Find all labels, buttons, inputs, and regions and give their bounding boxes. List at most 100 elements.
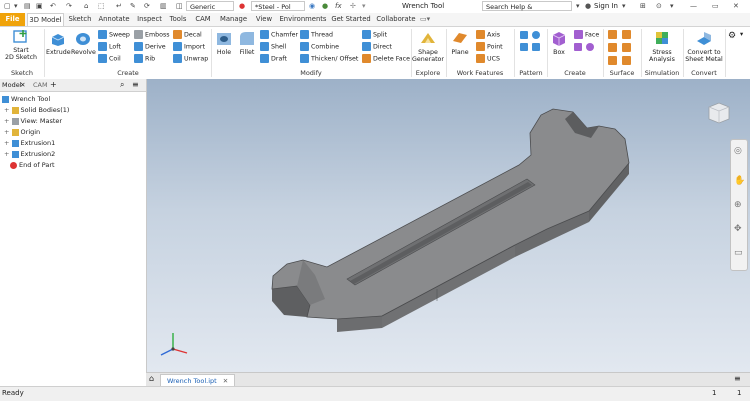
browser-search-icon[interactable]: ⌕: [120, 80, 124, 90]
tree-item-view-master[interactable]: + View: Master: [4, 116, 62, 126]
split-button[interactable]: Split: [362, 30, 387, 39]
view-cube[interactable]: [707, 101, 731, 125]
material-dropdown[interactable]: *Steel - Pol: [251, 1, 305, 11]
document-tab-close-icon[interactable]: ✕: [223, 377, 228, 385]
convert-to-sheet-metal-button[interactable]: Convert to Sheet Metal: [684, 29, 724, 63]
revolve-button[interactable]: Revolve: [71, 29, 96, 56]
thicken-offset-button[interactable]: Thicken/ Offset: [300, 54, 358, 63]
material-icon[interactable]: ◉: [309, 2, 315, 10]
home-icon[interactable]: ⌂: [149, 374, 154, 383]
appearance-dropdown[interactable]: Generic: [186, 1, 234, 11]
ribbon-options-icon[interactable]: ▭▾: [420, 15, 430, 23]
expand-plus-icon[interactable]: +: [4, 117, 9, 125]
surface-patch-icon[interactable]: [608, 43, 617, 52]
mirror-icon[interactable]: [532, 43, 540, 51]
stress-analysis-button[interactable]: Stress Analysis: [644, 29, 680, 63]
help-search-input[interactable]: Search Help & Commands...: [482, 1, 572, 21]
orbit-icon[interactable]: ✥: [734, 224, 742, 234]
expand-plus-icon[interactable]: +: [4, 128, 9, 136]
tab-file[interactable]: File: [0, 13, 25, 26]
fx-icon[interactable]: fx: [335, 2, 342, 10]
circular-pattern-icon[interactable]: [532, 31, 540, 39]
plane-button[interactable]: Plane: [448, 29, 472, 56]
tree-item-end-of-part[interactable]: End of Part: [10, 160, 55, 170]
color-wheel-icon[interactable]: ●: [239, 2, 245, 10]
steering-wheel-icon[interactable]: ◎: [734, 146, 742, 156]
tab-view[interactable]: View: [253, 13, 275, 26]
help-search-chevron-icon[interactable]: ▾: [576, 2, 580, 10]
add-in-chevron-icon[interactable]: ▾: [740, 31, 743, 38]
tree-item-root[interactable]: Wrench Tool: [2, 94, 50, 104]
rib-button[interactable]: Rib: [134, 54, 155, 63]
tab-3d-model[interactable]: 3D Model: [27, 13, 64, 26]
point-button[interactable]: Point: [476, 42, 503, 51]
open-icon[interactable]: ▤: [24, 2, 31, 10]
expand-plus-icon[interactable]: +: [4, 150, 9, 158]
loft-button[interactable]: Loft: [98, 42, 121, 51]
extrude-button[interactable]: Extrude: [46, 29, 71, 56]
tab-sketch[interactable]: Sketch: [67, 13, 93, 26]
tab-manage[interactable]: Manage: [217, 13, 250, 26]
coil-button[interactable]: Coil: [98, 54, 121, 63]
browser-tab-cam[interactable]: CAM: [33, 81, 48, 89]
fillet-button[interactable]: Fillet: [236, 29, 258, 56]
help-icon[interactable]: ⊙: [656, 2, 662, 10]
pan-hand-icon[interactable]: ✋: [734, 176, 745, 186]
decal-button[interactable]: Decal: [173, 30, 202, 39]
surface-extend-icon[interactable]: [608, 56, 617, 65]
tab-inspect[interactable]: Inspect: [135, 13, 164, 26]
home-icon[interactable]: ⌂: [84, 2, 88, 10]
help-chevron-icon[interactable]: ▾: [670, 2, 674, 10]
undo-icon[interactable]: ↶: [50, 2, 56, 10]
look-at-icon[interactable]: ▭: [734, 248, 743, 258]
tab-get-started[interactable]: Get Started: [331, 13, 371, 26]
tab-tools[interactable]: Tools: [167, 13, 189, 26]
update-icon[interactable]: ⟳: [144, 2, 150, 10]
rectangular-pattern-icon[interactable]: [520, 31, 528, 39]
derive-button[interactable]: Derive: [134, 42, 166, 51]
browser-tab-model[interactable]: Model: [2, 81, 22, 89]
maximize-icon[interactable]: ▭: [712, 2, 719, 10]
redo-icon[interactable]: ↷: [66, 2, 72, 10]
app-menu-icon[interactable]: ▢: [4, 2, 11, 10]
tab-annotate[interactable]: Annotate: [96, 13, 132, 26]
expand-plus-icon[interactable]: +: [4, 139, 9, 147]
sign-in-link[interactable]: Sign In: [594, 2, 618, 10]
emboss-button[interactable]: Emboss: [134, 30, 170, 39]
sign-in-chevron-icon[interactable]: ▾: [622, 2, 626, 10]
tree-item-extrusion2[interactable]: + Extrusion2: [4, 149, 55, 159]
sweep-button[interactable]: Sweep: [98, 30, 130, 39]
delete-face-button[interactable]: Delete Face: [362, 54, 410, 63]
close-icon[interactable]: ✕: [733, 2, 739, 10]
surface-stitch-icon[interactable]: [608, 30, 617, 39]
appearance-icon[interactable]: ●: [322, 2, 328, 10]
sketch-pattern-icon[interactable]: [520, 43, 528, 51]
move-icon[interactable]: ✢: [350, 2, 356, 10]
add-in-settings-icon[interactable]: ⚙: [728, 31, 736, 41]
return-icon[interactable]: ↵: [116, 2, 122, 10]
save-icon[interactable]: ▣: [36, 2, 43, 10]
browser-tab-model-close-icon[interactable]: ✕: [20, 81, 25, 89]
ucs-button[interactable]: UCS: [476, 54, 500, 63]
tree-item-solid-bodies[interactable]: + Solid Bodies(1): [4, 105, 69, 115]
browser-menu-icon[interactable]: ≡: [132, 80, 139, 89]
part-icon[interactable]: ◫: [176, 2, 183, 10]
zoom-icon[interactable]: ⊕: [734, 200, 742, 210]
tab-environments[interactable]: Environments: [278, 13, 328, 26]
sketch-icon[interactable]: ✎: [130, 2, 136, 10]
new-icon[interactable]: ▾: [14, 2, 18, 10]
more-icon[interactable]: ▾: [362, 2, 366, 10]
shell-button[interactable]: Shell: [260, 42, 286, 51]
hole-button[interactable]: Hole: [213, 29, 235, 56]
freeform-sphere-icon[interactable]: [586, 43, 594, 51]
properties-icon[interactable]: ▥: [160, 2, 167, 10]
thread-button[interactable]: Thread: [300, 30, 333, 39]
chamfer-button[interactable]: Chamfer: [260, 30, 298, 39]
expand-plus-icon[interactable]: +: [4, 106, 9, 114]
add-browser-tab-icon[interactable]: +: [50, 80, 57, 89]
minimize-icon[interactable]: —: [690, 2, 697, 10]
surface-replace-icon[interactable]: [622, 56, 631, 65]
combine-button[interactable]: Combine: [300, 42, 339, 51]
freeform-cylinder-icon[interactable]: [574, 43, 582, 51]
import-button[interactable]: Import: [173, 42, 205, 51]
